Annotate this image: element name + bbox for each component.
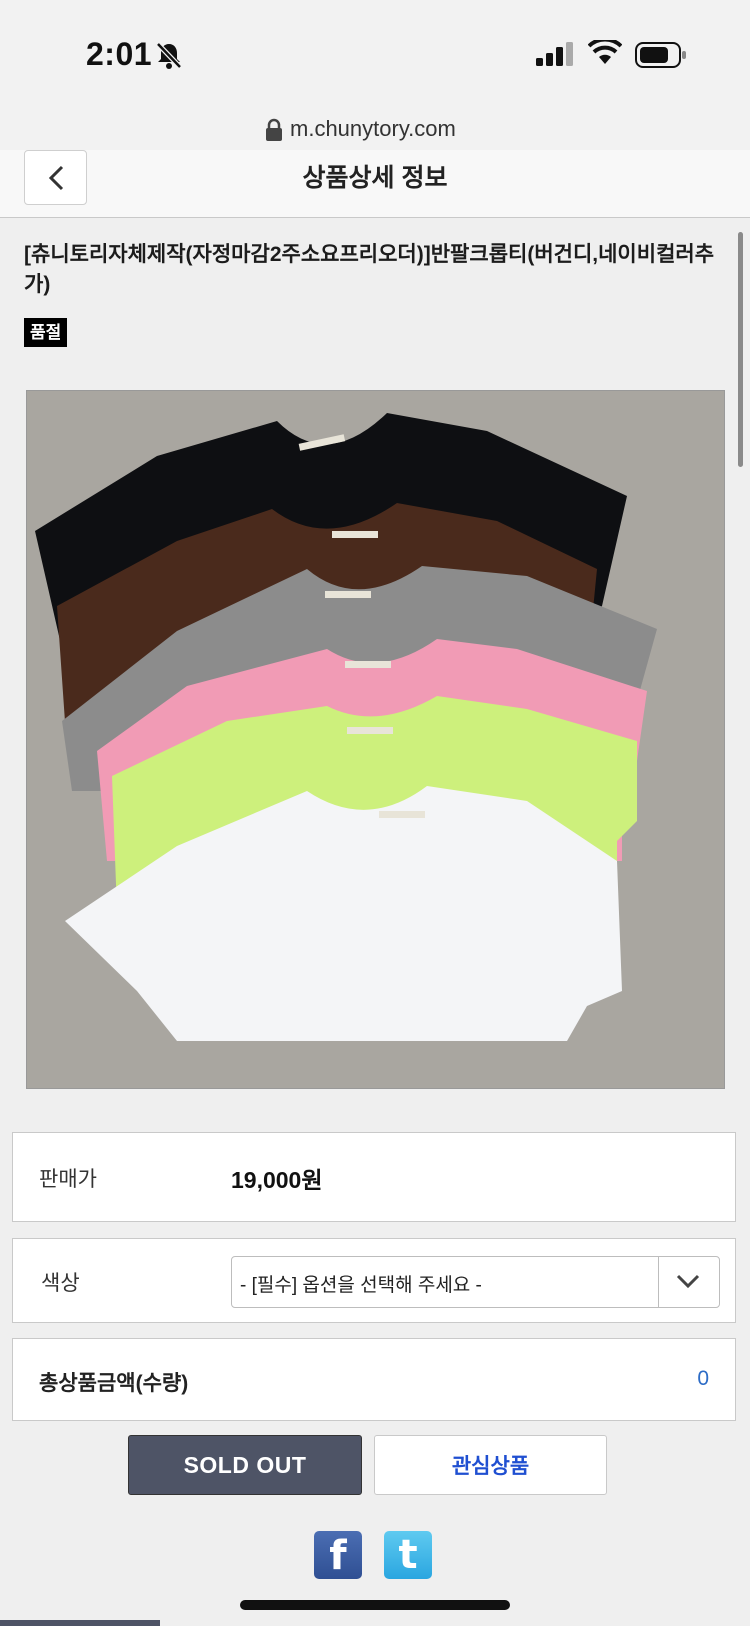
page-title: 상품상세 정보 [302,164,448,192]
price-value: 19,000원 [231,1167,323,1193]
total-value: 0 [697,1367,709,1390]
price-row: 판매가 19,000원 [12,1132,736,1222]
tshirt-stack-illustration [27,391,724,1088]
product-name: [츄니토리자체제작(자정마감2주소요프리오더)]반팔크롭티(버건디,네이비컬러추… [24,243,715,296]
status-bar: 2:01 [0,0,750,110]
select-divider [658,1257,659,1307]
color-select-value: - [필수] 옵션을 선택해 주세요 - [240,1275,482,1296]
status-time: 2:01 [86,36,153,72]
scrollbar[interactable] [738,232,743,467]
wifi-icon [588,40,622,64]
twitter-share-button[interactable]: t [384,1531,432,1579]
bell-slash-icon [156,42,182,69]
price-label: 판매가 [39,1168,97,1191]
product-image[interactable] [26,390,725,1089]
color-label: 색상 [41,1272,80,1295]
color-option-row: 색상 - [필수] 옵션을 선택해 주세요 - [12,1238,736,1323]
wishlist-button[interactable]: 관심상품 [374,1435,607,1495]
url-text[interactable]: m.chunytory.com [290,116,456,142]
chevron-down-icon[interactable] [675,1271,701,1291]
total-row: 총상품금액(수량) 0 [12,1338,736,1421]
total-label: 총상품금액(수량) [39,1372,189,1395]
twitter-icon: t [398,1532,418,1578]
bottom-progress-bar [0,1620,160,1626]
facebook-share-button[interactable]: f [314,1531,362,1579]
lock-icon [266,118,282,141]
soldout-badge: 품절 [24,318,68,347]
facebook-icon: f [329,1533,347,1579]
color-select[interactable]: - [필수] 옵션을 선택해 주세요 - [231,1256,720,1308]
browser-url-bar[interactable]: m.chunytory.com [0,110,750,150]
sold-out-button[interactable]: SOLD OUT [128,1435,362,1495]
signal-icon [536,42,573,66]
page-header: 상품상세 정보 [0,150,750,218]
battery-icon [635,42,686,68]
home-indicator [240,1600,510,1610]
